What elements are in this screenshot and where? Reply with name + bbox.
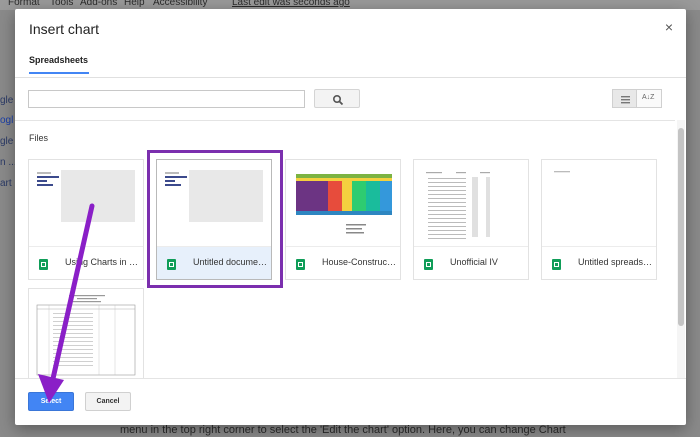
bg-fragment: art xyxy=(0,178,12,189)
file-card-footer: Untitled spreadsh... xyxy=(542,246,656,279)
file-card[interactable] xyxy=(28,288,144,378)
menu-accessibility: Accessibility xyxy=(153,0,208,8)
sheets-file-icon xyxy=(552,259,561,270)
file-thumbnail xyxy=(414,160,528,245)
search-input[interactable] xyxy=(28,90,305,108)
file-card[interactable]: Using Charts in G... xyxy=(28,159,144,280)
file-card-footer: House-Constructi... xyxy=(286,246,400,279)
select-button[interactable]: Select xyxy=(28,392,74,411)
footer-divider xyxy=(15,378,686,379)
menu-addons: Add-ons xyxy=(80,0,118,8)
bg-fragment: gle xyxy=(0,136,14,147)
file-thumbnail xyxy=(29,160,143,245)
view-toggle: A↓Z xyxy=(612,89,662,108)
scrollbar-thumb[interactable] xyxy=(678,128,684,326)
sheets-file-icon xyxy=(167,259,176,270)
dialog-title: Insert chart xyxy=(29,21,100,37)
search-icon xyxy=(332,94,344,106)
file-thumbnail xyxy=(29,289,143,377)
file-title: House-Constructi... xyxy=(322,257,398,267)
files-section-label: Files xyxy=(29,133,49,143)
file-title: Untitled spreadsh... xyxy=(578,257,654,267)
sheets-file-icon xyxy=(39,259,48,270)
bg-body-text: menu in the top right corner to select t… xyxy=(120,424,566,436)
close-icon[interactable]: × xyxy=(662,20,676,34)
file-card-footer: Untitled documen... xyxy=(157,246,271,279)
file-title: Untitled documen... xyxy=(193,257,269,267)
scrollbar[interactable] xyxy=(677,120,685,378)
bg-fragment: ogl xyxy=(0,115,14,126)
tabs-divider xyxy=(15,77,686,78)
file-card[interactable]: Unofficial IV xyxy=(413,159,529,280)
toolbar-divider xyxy=(15,120,675,121)
file-title: Unofficial IV xyxy=(450,257,498,267)
tab-active-indicator xyxy=(29,72,89,74)
search-button[interactable] xyxy=(314,89,360,108)
file-card-footer: Unofficial IV xyxy=(414,246,528,279)
sort-button[interactable]: A↓Z xyxy=(637,89,662,108)
menu-format: Format xyxy=(8,0,40,8)
file-card-footer: Using Charts in G... xyxy=(29,246,143,279)
last-edit-note: Last edit was seconds ago xyxy=(232,0,350,8)
sheets-file-icon xyxy=(424,259,433,270)
bg-fragment: gle xyxy=(0,95,14,106)
file-title: Using Charts in G... xyxy=(65,257,141,267)
menu-help: Help xyxy=(124,0,145,8)
file-card-selected[interactable]: Untitled documen... xyxy=(156,159,272,280)
list-view-button[interactable] xyxy=(612,89,637,108)
insert-chart-dialog: Insert chart × Spreadsheets A↓Z Files Us… xyxy=(15,9,686,425)
cancel-button[interactable]: Cancel xyxy=(85,392,131,411)
file-thumbnail xyxy=(542,160,656,245)
list-view-icon xyxy=(621,96,630,104)
tab-spreadsheets[interactable]: Spreadsheets xyxy=(29,55,89,74)
tab-label: Spreadsheets xyxy=(29,55,89,65)
sort-az-icon: A↓Z xyxy=(642,94,655,101)
file-thumbnail xyxy=(286,160,400,245)
file-thumbnail xyxy=(157,160,271,245)
menu-tools: Tools xyxy=(50,0,74,8)
file-card[interactable]: House-Constructi... xyxy=(285,159,401,280)
sheets-file-icon xyxy=(296,259,305,270)
file-card[interactable]: Untitled spreadsh... xyxy=(541,159,657,280)
